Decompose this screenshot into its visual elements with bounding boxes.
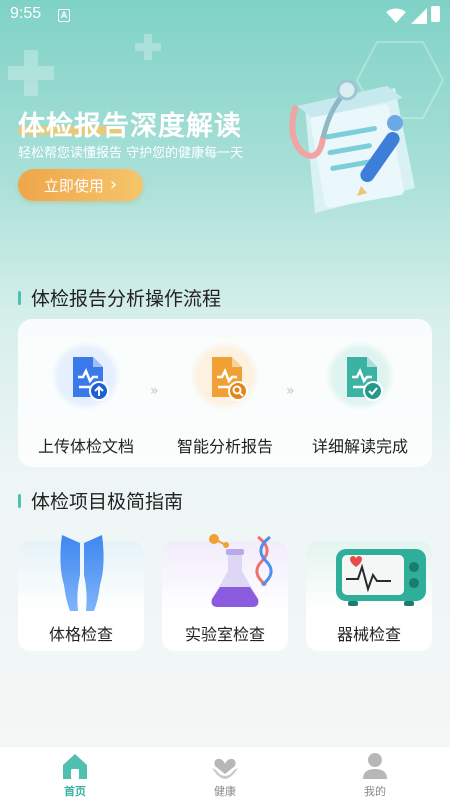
step-analyze[interactable]: 智能分析报告: [165, 341, 285, 457]
banner-subtitle: 轻松帮您读懂报告 守护您的健康每一天: [18, 146, 244, 161]
step-separator-icon: »: [150, 383, 158, 399]
body-legs-icon: [60, 535, 104, 611]
nav-item-health[interactable]: 健康: [185, 747, 265, 801]
guide-card-lab[interactable]: 实验室检查: [162, 534, 288, 651]
nav-label-home: 首页: [64, 785, 86, 798]
use-now-label: 立即使用: [43, 176, 104, 195]
notification-icon: A: [58, 9, 70, 22]
health-heart-icon: [212, 758, 238, 779]
status-time: 9:55: [10, 5, 42, 22]
guide-label-physical: 体格检查: [48, 625, 113, 644]
step-complete-label: 详细解读完成: [311, 437, 408, 456]
status-bar: 9:55 A: [0, 0, 450, 32]
analyze-document-icon: [190, 341, 260, 411]
use-now-button[interactable]: 立即使用 ›: [18, 169, 143, 201]
process-section-title: 体检报告分析操作流程: [18, 284, 221, 311]
check-document-icon: [325, 341, 395, 411]
guide-card-device[interactable]: 器械检查: [306, 541, 432, 651]
section-marker: [18, 493, 21, 508]
step-upload-label: 上传体检文档: [37, 437, 134, 456]
medical-report-illustration: [289, 79, 415, 213]
nav-label-health: 健康: [214, 785, 236, 798]
process-title-text: 体检报告分析操作流程: [31, 288, 222, 310]
step-complete[interactable]: 详细解读完成: [300, 341, 420, 457]
guide-card-physical[interactable]: 体格检查: [18, 535, 144, 651]
guide-label-lab: 实验室检查: [184, 625, 265, 644]
monitor-device-icon: [336, 549, 426, 606]
profile-icon: [363, 753, 387, 779]
decorative-cross-icon: [8, 50, 54, 96]
nav-item-profile[interactable]: 我的: [335, 747, 415, 801]
signal-icon: [411, 8, 427, 24]
lab-flask-icon: [209, 534, 273, 607]
step-separator-icon: »: [286, 383, 294, 399]
wifi-icon: [386, 8, 406, 23]
nav-label-profile: 我的: [364, 785, 386, 798]
banner-title: 体检报告深度解读: [18, 111, 242, 142]
guide-title-text: 体检项目极简指南: [31, 491, 184, 513]
process-card: 上传体检文档 » 智能分析报告 » 详细解读完成: [18, 319, 432, 467]
step-analyze-label: 智能分析报告: [176, 437, 273, 456]
step-upload[interactable]: 上传体检文档: [26, 341, 146, 457]
section-marker: [18, 290, 21, 305]
home-icon: [63, 754, 87, 779]
bottom-nav: 首页 健康 我的: [0, 746, 450, 801]
decorative-cross-icon: [135, 34, 161, 60]
battery-icon: [431, 6, 440, 22]
nav-item-home[interactable]: 首页: [35, 747, 115, 801]
guide-label-device: 器械检查: [336, 625, 401, 644]
upload-document-icon: [51, 341, 121, 411]
chevron-right-icon: ›: [109, 174, 118, 195]
guide-section-title: 体检项目极简指南: [18, 487, 183, 514]
